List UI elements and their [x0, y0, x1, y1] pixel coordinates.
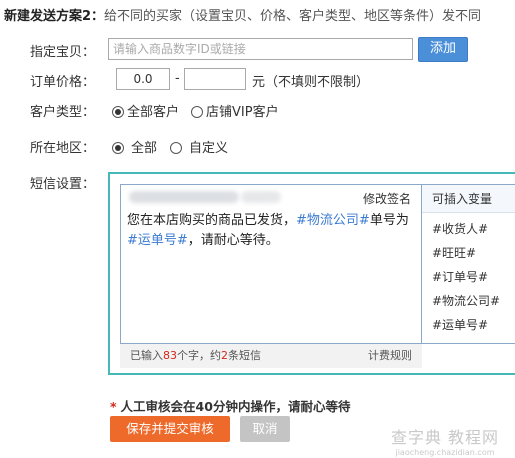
variable-item[interactable]: #旺旺# — [432, 244, 476, 261]
message-variable-tracking: #运单号# — [127, 233, 188, 248]
price-unit-note: 元（不填则不限制） — [252, 75, 370, 90]
region-all-option[interactable]: 全部 — [112, 137, 157, 156]
variables-sidebar: 可插入变量 #收货人# #旺旺# #订单号# #物流公司# #运单号# — [422, 184, 515, 344]
sms-message-text[interactable]: 您在本店购买的商品已发货，#物流公司#单号为 #运单号#，请耐心等待。 — [127, 211, 415, 251]
customer-type-vip-label: 店铺VIP客户 — [206, 105, 279, 120]
radio-selected-icon[interactable] — [112, 142, 124, 154]
status-suffix: 条短信 — [228, 349, 261, 362]
message-text-part: ，请耐心等待。 — [187, 233, 279, 248]
blurred-signature-extra — [241, 191, 281, 203]
section-description: 给不同的买家（设置宝贝、价格、客户类型、地区等条件）发不同 — [104, 9, 482, 24]
sms-settings-label: 短信设置： — [30, 177, 96, 192]
radio-unselected-icon[interactable] — [191, 106, 203, 118]
section-header: 新建发送方案2：给不同的买家（设置宝贝、价格、客户类型、地区等条件）发不同 — [4, 5, 481, 24]
variable-item[interactable]: #收货人# — [432, 220, 488, 237]
review-notice: * 人工审核会在40分钟内操作，请耐心等待 — [110, 396, 350, 415]
price-max-input[interactable] — [184, 68, 246, 90]
edit-signature-link[interactable]: 修改签名 — [363, 190, 411, 207]
customer-type-label: 客户类型： — [30, 105, 96, 120]
variable-item[interactable]: #物流公司# — [432, 292, 500, 309]
sms-status-bar: 已输入83个字，约2条短信 计费规则 — [120, 344, 422, 368]
region-custom-label: 自定义 — [189, 141, 229, 156]
customer-type-vip-option[interactable]: 店铺VIP客户 — [191, 101, 279, 120]
char-count-status: 已输入83个字，约2条短信 — [130, 344, 261, 368]
customer-type-all-option[interactable]: 全部客户 — [112, 101, 179, 120]
watermark-title: 查字典 教程网 — [390, 428, 500, 447]
region-label: 所在地区： — [30, 141, 96, 156]
status-prefix: 已输入 — [130, 349, 163, 362]
sms-editor[interactable]: 修改签名 您在本店购买的商品已发货，#物流公司#单号为 #运单号#，请耐心等待。 — [120, 184, 422, 344]
watermark-url: jiaocheng.chazidian.com — [395, 448, 495, 457]
message-text-part: 单号为 — [369, 213, 409, 228]
product-id-input[interactable] — [108, 38, 413, 60]
price-label: 订单价格： — [30, 75, 96, 90]
price-min-input[interactable] — [116, 68, 170, 90]
blurred-signature — [129, 191, 239, 203]
status-middle: 个字，约 — [177, 349, 221, 362]
message-variable-logistics: #物流公司# — [296, 213, 370, 228]
customer-type-all-label: 全部客户 — [127, 105, 180, 120]
char-count: 83 — [163, 349, 177, 362]
billing-rules-link[interactable]: 计费规则 — [368, 344, 412, 368]
section-title: 新建发送方案2： — [4, 9, 105, 24]
region-all-label: 全部 — [131, 141, 158, 156]
price-separator: - — [175, 71, 180, 86]
watermark: 查字典 教程网 jiaocheng.chazidian.com — [380, 424, 510, 457]
review-notice-text: 人工审核会在40分钟内操作，请耐心等待 — [120, 399, 351, 414]
variable-item[interactable]: #订单号# — [432, 268, 488, 285]
cancel-button[interactable]: 取消 — [240, 416, 290, 442]
region-custom-option[interactable]: 自定义 — [170, 137, 228, 156]
product-label: 指定宝贝： — [30, 45, 96, 60]
message-text-part: 您在本店购买的商品已发货， — [127, 213, 297, 228]
variable-item[interactable]: #运单号# — [432, 316, 488, 333]
add-product-button[interactable]: 添加 — [418, 37, 468, 62]
required-star: * — [110, 399, 117, 414]
radio-unselected-icon[interactable] — [170, 142, 182, 154]
sms-count: 2 — [221, 349, 228, 362]
radio-selected-icon[interactable] — [112, 106, 124, 118]
save-submit-button[interactable]: 保存并提交审核 — [110, 416, 230, 442]
variables-title: 可插入变量 — [422, 185, 515, 213]
